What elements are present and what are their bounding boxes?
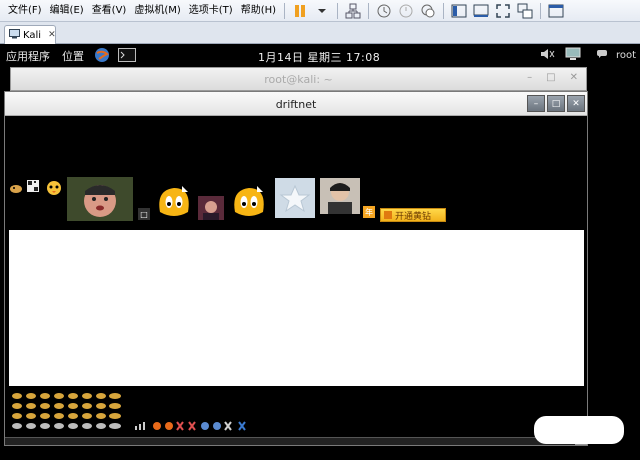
maximize-icon[interactable]: □: [546, 72, 555, 83]
panel-status-area: root: [540, 47, 636, 64]
window-title: root@kali: ~: [264, 73, 333, 86]
captured-image-avatar-small[interactable]: [198, 196, 224, 220]
captured-images-strip: □ 年 开通黄钻: [9, 177, 459, 228]
panel-clock[interactable]: 1月14日 星期三 17:08: [258, 49, 380, 65]
open-yellow-diamond-button[interactable]: 开通黄钻: [380, 208, 446, 222]
sidebar-toggle-icon[interactable]: [451, 3, 467, 19]
captured-image-small-badge[interactable]: □: [138, 208, 150, 220]
vm-icon: [9, 28, 20, 42]
menu-view[interactable]: 查看(V): [88, 0, 131, 22]
tab-kali[interactable]: Kali ✕: [4, 25, 56, 44]
browser-icon[interactable]: [94, 47, 110, 66]
ad-button-label: 开通黄钻: [395, 211, 432, 222]
user-menu[interactable]: root: [616, 50, 636, 61]
svg-text:年: 年: [365, 207, 373, 217]
watermark-patch: [534, 416, 624, 444]
diamond-icon: [384, 211, 392, 219]
snapshot-manager-icon[interactable]: [420, 3, 436, 19]
captured-emoticon-grid[interactable]: [9, 392, 269, 440]
driftnet-window: driftnet – □ ✕ □ 年 开通黄钻: [4, 91, 588, 446]
toolbar-divider: [443, 2, 445, 19]
toolbar-divider: [540, 2, 542, 19]
captured-image-person-photo[interactable]: [320, 178, 360, 214]
menu-vm[interactable]: 虚拟机(M): [130, 0, 184, 22]
volume-muted-icon[interactable]: [540, 47, 556, 64]
close-icon[interactable]: ✕: [567, 95, 585, 112]
vmware-tab-strip: Kali ✕: [0, 22, 640, 44]
terminal-icon[interactable]: [118, 47, 136, 65]
network-icon[interactable]: [345, 3, 361, 19]
toolbar-divider: [337, 2, 339, 19]
menu-edit[interactable]: 编辑(E): [46, 0, 88, 22]
svg-text:□: □: [140, 210, 148, 219]
chat-icon[interactable]: [596, 49, 608, 62]
close-icon[interactable]: ✕: [570, 72, 578, 83]
unity-icon[interactable]: [517, 3, 533, 19]
fullscreen-icon[interactable]: [495, 3, 511, 19]
chevron-down-icon[interactable]: [314, 3, 330, 19]
pause-icon[interactable]: [292, 3, 308, 19]
captured-image-cat-emoticon[interactable]: [9, 184, 23, 194]
places-menu[interactable]: 位置: [56, 48, 90, 64]
minimize-icon[interactable]: –: [527, 72, 532, 83]
toolbar-divider: [368, 2, 370, 19]
console-view-icon[interactable]: [473, 3, 489, 19]
applications-menu[interactable]: 应用程序: [0, 48, 56, 64]
captured-image-chick-emoticon[interactable]: [45, 180, 63, 196]
captured-image-yellow-blob-emoticon[interactable]: [154, 182, 194, 222]
driftnet-titlebar[interactable]: driftnet – □ ✕: [5, 92, 587, 116]
captured-image-baby-photo[interactable]: [67, 177, 133, 221]
revert-snapshot-icon[interactable]: [398, 3, 414, 19]
window-title: driftnet: [275, 98, 317, 111]
captured-image-default-avatar[interactable]: [275, 178, 315, 218]
menu-tabs[interactable]: 选项卡(T): [185, 0, 237, 22]
maximize-icon[interactable]: □: [547, 95, 565, 112]
menu-help[interactable]: 帮助(H): [237, 0, 280, 22]
captured-image-yellow-blob-emoticon[interactable]: [229, 182, 269, 222]
snapshot-icon[interactable]: [376, 3, 392, 19]
preferences-icon[interactable]: [548, 3, 564, 19]
captured-image-vip-badge[interactable]: 年: [363, 206, 375, 218]
captured-image-qr-icon[interactable]: [27, 180, 39, 192]
window-controls: – □ ✕: [527, 72, 578, 83]
vmware-menubar: 文件(F) 编辑(E) 查看(V) 虚拟机(M) 选项卡(T) 帮助(H): [0, 0, 640, 22]
tab-label: Kali: [23, 29, 42, 41]
terminal-window-background[interactable]: root@kali: ~ – □ ✕: [10, 67, 587, 91]
toolbar-divider: [284, 2, 286, 19]
network-status-icon[interactable]: [564, 47, 582, 64]
menu-file[interactable]: 文件(F): [4, 0, 46, 22]
horizontal-scrollbar[interactable]: [5, 437, 587, 445]
close-icon[interactable]: ✕: [48, 30, 56, 40]
window-controls: – □ ✕: [527, 95, 585, 112]
minimize-icon[interactable]: –: [527, 95, 545, 112]
kali-top-panel: 应用程序 位置 1月14日 星期三 17:08 root: [0, 45, 640, 67]
captured-image-blank[interactable]: [9, 230, 584, 386]
